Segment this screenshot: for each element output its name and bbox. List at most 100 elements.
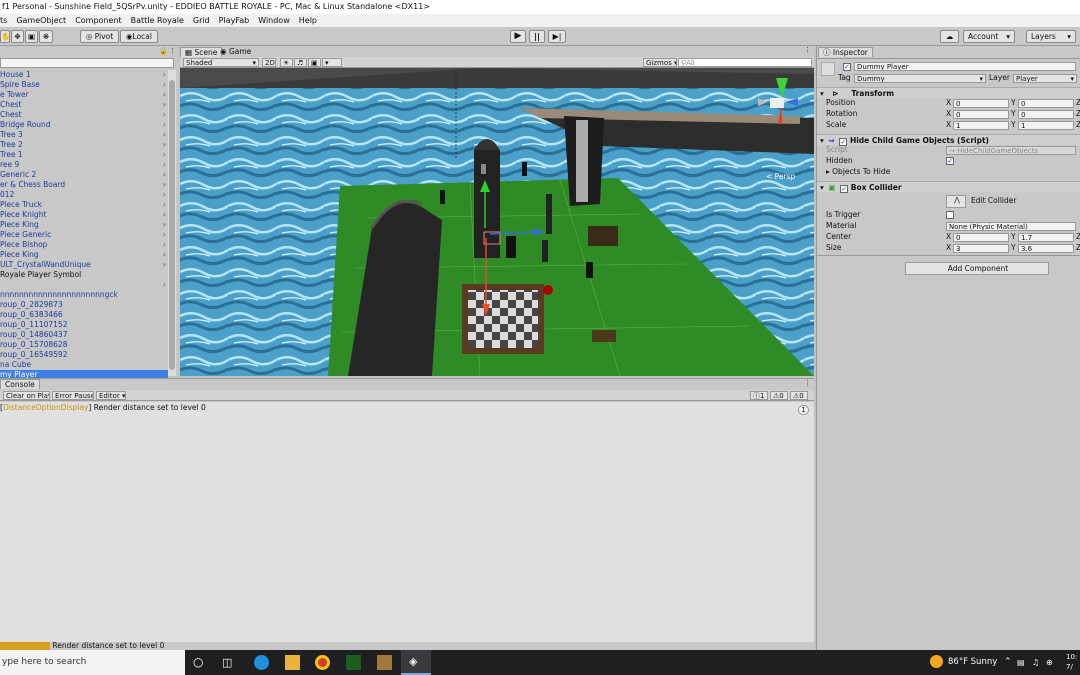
effects-dropdown[interactable]: ▾ [322, 58, 342, 67]
audio-toggle-icon[interactable]: ♬ [294, 58, 307, 67]
move-tool-button[interactable]: ✥ [11, 30, 24, 43]
menu-item-component[interactable]: Component [75, 16, 121, 25]
chevron-right-icon[interactable]: › [163, 190, 166, 200]
local-button[interactable]: ◉Local [120, 30, 158, 43]
axis-x-label[interactable]: X [946, 98, 951, 108]
hierarchy-item[interactable]: 012 › [0, 190, 168, 200]
size-y-field[interactable]: 3.6 [1018, 244, 1074, 253]
file-explorer-icon[interactable] [285, 655, 300, 670]
hierarchy-item[interactable]: Chest › [0, 100, 168, 110]
hierarchy-item[interactable]: e Tower › [0, 90, 168, 100]
axis-x-label[interactable]: X [946, 232, 951, 242]
chevron-right-icon[interactable]: › [163, 220, 166, 230]
mode-2d-button[interactable]: 2D [262, 58, 276, 67]
chevron-right-icon[interactable]: › [163, 280, 166, 290]
hand-tool-button[interactable]: ✋ [0, 30, 10, 43]
account-dropdown[interactable]: Account ▾ [963, 30, 1015, 43]
hierarchy-item[interactable]: Piece Bishop › [0, 240, 168, 250]
center-x-field[interactable]: 0 [953, 233, 1009, 242]
rotation-x-field[interactable]: 0 [953, 110, 1009, 119]
objects-to-hide-foldout[interactable]: ▸ Objects To Hide [826, 167, 890, 177]
axis-y-label[interactable]: Y [1011, 109, 1016, 119]
menu-item-playfab[interactable]: PlayFab [219, 16, 250, 25]
layers-dropdown[interactable]: Layers ▾ [1026, 30, 1076, 43]
effects-toggle-icon[interactable]: ▣ [308, 58, 321, 67]
tab-console[interactable]: Console [0, 379, 40, 389]
terminal-icon[interactable] [346, 655, 361, 670]
weather-text[interactable]: 86°F Sunny [948, 650, 997, 675]
cortana-icon[interactable]: ○ [193, 655, 208, 670]
hierarchy-item[interactable]: Chest › [0, 110, 168, 120]
menu-item-battle-royale[interactable]: Battle Royale [131, 16, 184, 25]
clear-on-play-button[interactable]: Clear on Play [3, 391, 50, 400]
hide-script-header[interactable]: ▾ ⇒ ✓ Hide Child Game Objects (Script) [817, 134, 1080, 146]
position-y-field[interactable]: 0 [1018, 99, 1074, 108]
hierarchy-item[interactable]: Piece Knight › [0, 210, 168, 220]
transform-header[interactable]: ▾ ⊳ Transform [817, 87, 1080, 98]
box-collider-header[interactable]: ▾ ▣ ✓ Box Collider [817, 181, 1080, 193]
chevron-right-icon[interactable]: › [163, 180, 166, 190]
menu-item-ts[interactable]: ts [0, 16, 7, 25]
chevron-right-icon[interactable]: › [163, 130, 166, 140]
axis-x-label[interactable]: X [946, 243, 951, 253]
axis-z-label[interactable]: Z [1076, 98, 1080, 108]
position-x-field[interactable]: 0 [953, 99, 1009, 108]
axis-y-label[interactable]: Y [1011, 98, 1016, 108]
gizmos-dropdown[interactable]: Gizmos ▾ [643, 58, 677, 67]
hierarchy-item[interactable]: Tree 3 › [0, 130, 168, 140]
hierarchy-item[interactable]: Tree 1 › [0, 150, 168, 160]
menu-item-grid[interactable]: Grid [193, 16, 210, 25]
hierarchy-item[interactable]: roup_0_14860437 [0, 330, 168, 340]
task-view-icon[interactable]: ◫ [222, 655, 237, 670]
chevron-right-icon[interactable]: › [163, 240, 166, 250]
chevron-right-icon[interactable]: › [163, 250, 166, 260]
edge-icon[interactable] [254, 655, 269, 670]
chevron-right-icon[interactable]: › [163, 170, 166, 180]
volume-icon[interactable]: ♫ [1032, 650, 1039, 675]
error-count-toggle[interactable]: ⚠0 [790, 391, 808, 400]
hierarchy-item[interactable]: Spire Base › [0, 80, 168, 90]
axis-z-label[interactable]: Z [1076, 120, 1080, 130]
info-count-toggle[interactable]: ⓘ1 [750, 391, 768, 400]
scale-x-field[interactable]: 1 [953, 121, 1009, 130]
chevron-right-icon[interactable]: › [163, 80, 166, 90]
chevron-right-icon[interactable]: › [163, 160, 166, 170]
hierarchy-item[interactable]: nnnnnnnnnnnnnnnnnnnnnngck [0, 290, 168, 300]
active-checkbox[interactable]: ✓ [843, 63, 851, 71]
menu-item-help[interactable]: Help [299, 16, 317, 25]
hierarchy-item[interactable]: Piece Truck › [0, 200, 168, 210]
light-toggle-icon[interactable]: ☀ [280, 58, 293, 67]
hierarchy-scrollbar[interactable] [168, 70, 176, 376]
tab-game[interactable]: ◉ Game [216, 47, 255, 57]
clock[interactable]: 10: 7/ [1066, 652, 1077, 672]
hidden-checkbox[interactable]: ✓ [946, 157, 954, 165]
panel-menu-icon[interactable]: ⋮ [804, 46, 811, 54]
tray-expand-icon[interactable]: ⌃ [1004, 650, 1012, 675]
warning-count-toggle[interactable]: ⚠0 [770, 391, 788, 400]
cloud-button[interactable]: ☁ [940, 30, 959, 43]
material-field[interactable]: None (Physic Material) [946, 222, 1076, 231]
chevron-right-icon[interactable]: › [163, 260, 166, 270]
hierarchy-item[interactable]: Generic 2 › [0, 170, 168, 180]
hierarchy-item[interactable]: na Cube [0, 360, 168, 370]
add-component-button[interactable]: Add Component [905, 262, 1049, 275]
is-trigger-checkbox[interactable] [946, 211, 954, 219]
unity-taskbar-button[interactable]: ◈ [401, 650, 431, 675]
axis-x-label[interactable]: X [946, 109, 951, 119]
input-method-icon[interactable]: ⊕ [1046, 650, 1053, 675]
scrollbar-thumb[interactable] [169, 80, 175, 370]
rotation-y-field[interactable]: 0 [1018, 110, 1074, 119]
menu-item-gameobject[interactable]: GameObject [16, 16, 66, 25]
hierarchy-item[interactable]: roup_0_11107152 [0, 320, 168, 330]
taskbar-search-input[interactable]: ype here to search [0, 650, 185, 675]
chevron-right-icon[interactable]: › [163, 210, 166, 220]
hierarchy-item[interactable]: Bridge Round › [0, 120, 168, 130]
hierarchy-item[interactable]: Piece King › [0, 250, 168, 260]
chevron-right-icon[interactable]: › [163, 90, 166, 100]
chevron-right-icon[interactable]: › [163, 110, 166, 120]
axis-z-label[interactable]: Z [1076, 109, 1080, 119]
rect-tool-button[interactable]: ▣ [25, 30, 38, 43]
hierarchy-item[interactable]: er & Chess Board › [0, 180, 168, 190]
edit-collider-button[interactable]: ⋀ [946, 195, 966, 208]
minecraft-icon[interactable] [377, 655, 392, 670]
